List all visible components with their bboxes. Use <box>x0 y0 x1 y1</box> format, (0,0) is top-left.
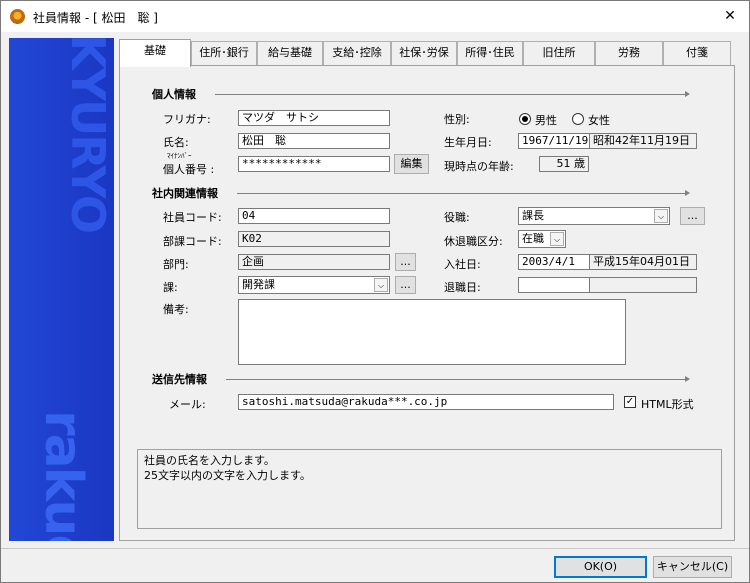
tab-sticky-note[interactable]: 付箋 <box>663 41 731 65</box>
close-icon[interactable]: ✕ <box>721 7 739 25</box>
position-label: 役職: <box>444 211 470 224</box>
mynumber-input[interactable]: ************ <box>238 156 390 172</box>
dept-code-display: K02 <box>238 231 390 247</box>
mail-input[interactable]: satoshi.matsuda@rakuda***.co.jp <box>238 394 614 410</box>
chevron-down-icon[interactable]: ⌵ <box>550 232 564 246</box>
age-display: 51 歳 <box>539 156 589 172</box>
section-personal-title: 個人情報 <box>152 88 196 101</box>
html-format-checkbox[interactable]: ✓ <box>624 396 636 408</box>
notes-textarea[interactable] <box>238 299 626 365</box>
title-bar[interactable]: 社員情報 - [ 松田 聡 ] ✕ <box>1 1 749 32</box>
tab-labor[interactable]: 労務 <box>595 41 663 65</box>
join-date-label: 入社日: <box>444 258 481 271</box>
tab-old-address[interactable]: 旧住所 <box>523 41 595 65</box>
dept-code-label: 部課コード: <box>163 235 222 248</box>
leave-status-value: 在職 <box>522 232 544 245</box>
gender-female-label: 女性 <box>588 114 610 127</box>
section-divider <box>226 379 685 380</box>
leave-status-label: 休退職区分: <box>444 235 503 248</box>
notes-label: 備考: <box>163 303 189 316</box>
section-divider <box>237 193 685 194</box>
retire-date-era-display <box>589 277 697 293</box>
section-company-title: 社内関連情報 <box>152 187 218 200</box>
chevron-down-icon[interactable]: ⌵ <box>374 278 388 292</box>
ok-button[interactable]: OK(O) <box>554 556 647 578</box>
mynumber-ruby: ﾏｲﾅﾝﾊﾞｰ <box>167 152 192 160</box>
tab-social-insurance[interactable]: 社保･労保 <box>391 41 457 65</box>
sidebar-logo-text: rakuda <box>33 410 93 541</box>
position-browse-button[interactable]: ... <box>680 207 705 225</box>
mynumber-edit-button[interactable]: 編集 <box>394 154 429 174</box>
position-select-value: 課長 <box>522 209 544 222</box>
html-format-label: HTML形式 <box>641 398 694 411</box>
position-select[interactable]: 課長 ⌵ <box>518 207 670 225</box>
divider-arrow-icon <box>685 190 690 196</box>
age-label: 現時点の年齢: <box>444 160 514 173</box>
help-message-box: 社員の氏名を入力します。 25文字以内の文字を入力します。 <box>137 449 722 529</box>
name-input[interactable]: 松田 聡 <box>238 133 390 149</box>
chevron-down-icon[interactable]: ⌵ <box>654 209 668 223</box>
furigana-label: フリガナ: <box>163 113 211 126</box>
gender-label: 性別: <box>444 113 470 126</box>
employee-code-label: 社員コード: <box>163 211 222 224</box>
employee-code-input[interactable]: 04 <box>238 208 390 224</box>
app-icon <box>10 9 25 24</box>
divider-arrow-icon <box>685 376 690 382</box>
brand-sidebar: KYURYO rakuda <box>9 38 114 541</box>
window-title: 社員情報 - [ 松田 聡 ] <box>33 11 158 25</box>
section-browse-button[interactable]: ... <box>395 276 416 294</box>
gender-female-radio[interactable] <box>572 113 584 125</box>
sidebar-brand-text: KYURYO <box>61 38 114 232</box>
join-date-input[interactable]: 2003/4/1 <box>518 254 590 270</box>
birthdate-input[interactable]: 1967/11/19 <box>518 133 590 149</box>
leave-status-select[interactable]: 在職 ⌵ <box>518 230 566 248</box>
tab-payment-deduction[interactable]: 支給･控除 <box>323 41 391 65</box>
mynumber-label: 個人番号 : <box>163 163 215 176</box>
join-date-era-display: 平成15年04月01日 <box>589 254 697 270</box>
tab-address-bank[interactable]: 住所･銀行 <box>191 41 257 65</box>
section-contact-title: 送信先情報 <box>152 373 207 386</box>
birthdate-era-display: 昭和42年11月19日 <box>589 133 697 149</box>
furigana-input[interactable]: マツダ サトシ <box>238 110 390 126</box>
section-divider <box>215 94 685 95</box>
divider-arrow-icon <box>685 91 690 97</box>
section-label: 課: <box>163 281 178 294</box>
retire-date-label: 退職日: <box>444 281 481 294</box>
name-label: 氏名: <box>163 136 189 149</box>
department-display: 企画 <box>238 254 390 270</box>
department-browse-button[interactable]: ... <box>395 253 416 271</box>
footer-divider <box>1 548 749 549</box>
gender-male-label: 男性 <box>535 114 557 127</box>
help-line: 社員の氏名を入力します。 <box>144 454 275 467</box>
birthdate-label: 生年月日: <box>444 136 492 149</box>
section-select-value: 開発課 <box>242 278 275 291</box>
employee-info-window: 社員情報 - [ 松田 聡 ] ✕ KYURYO rakuda 基礎 住所･銀行… <box>0 0 750 583</box>
cancel-button[interactable]: キャンセル(C) <box>653 556 732 578</box>
retire-date-input[interactable] <box>518 277 590 293</box>
department-label: 部門: <box>163 258 189 271</box>
section-select[interactable]: 開発課 ⌵ <box>238 276 390 294</box>
tab-income-resident[interactable]: 所得･住民 <box>457 41 523 65</box>
help-line: 25文字以内の文字を入力します。 <box>144 469 311 482</box>
mail-label: メール: <box>169 398 206 411</box>
gender-male-radio[interactable] <box>519 113 531 125</box>
tab-salary-basic[interactable]: 給与基礎 <box>257 41 323 65</box>
tab-basic[interactable]: 基礎 <box>119 39 191 67</box>
